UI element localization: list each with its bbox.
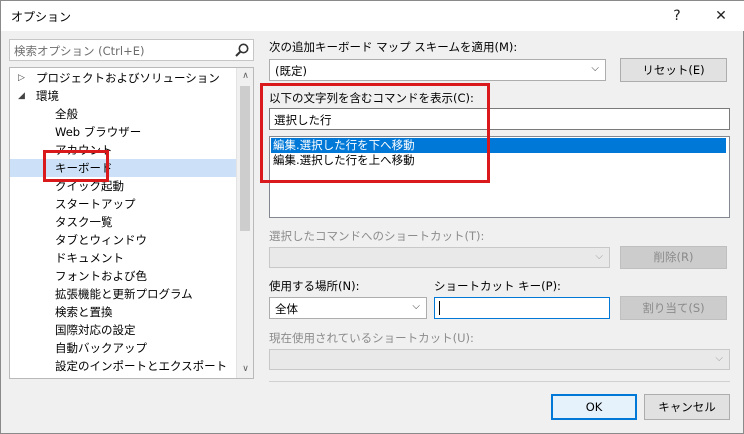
expand-icon[interactable]: ▷ bbox=[18, 69, 25, 87]
chevron-down-icon: ⌵ bbox=[715, 353, 723, 364]
tree-item-label: 国際対応の設定 bbox=[55, 323, 136, 337]
shortcut-key-input[interactable] bbox=[434, 297, 610, 319]
tree-item[interactable]: 自動バックアップ bbox=[10, 339, 236, 357]
use-in-label: 使用する場所(N): bbox=[269, 279, 360, 293]
tree-item-label: Web ブラウザー bbox=[55, 125, 142, 139]
options-dialog: オプション ? ✕ 検索オプション (Ctrl+E) ▷ プロジェクトおよびソリュ… bbox=[0, 0, 744, 434]
tree-item-label: フォントおよび色 bbox=[55, 269, 147, 283]
tree-item[interactable]: ドキュメント bbox=[10, 249, 236, 267]
tree-item-label: タスク一覧 bbox=[55, 215, 113, 229]
shortcut-key-label: ショートカット キー(P): bbox=[434, 279, 561, 293]
scheme-label: 次の追加キーボード マップ スキームを適用(M): bbox=[269, 40, 518, 54]
use-in-select[interactable]: 全体 ⌵ bbox=[269, 297, 427, 319]
tree-item-label: 全般 bbox=[55, 107, 78, 121]
chevron-down-icon: ⌵ bbox=[595, 251, 603, 262]
tree-item[interactable]: 通知 bbox=[10, 375, 236, 378]
scroll-down-icon[interactable]: ∨ bbox=[237, 361, 253, 378]
scroll-up-icon[interactable]: ∧ bbox=[237, 68, 253, 85]
tree-item-label: ドキュメント bbox=[55, 251, 124, 265]
ok-button[interactable]: OK bbox=[551, 394, 637, 420]
assign-button[interactable]: 割り当て(S) bbox=[620, 296, 727, 320]
footer-separator bbox=[269, 381, 730, 382]
chevron-down-icon: ⌵ bbox=[412, 301, 420, 312]
tree-item[interactable]: 全般 bbox=[10, 105, 236, 123]
scroll-thumb[interactable] bbox=[240, 86, 250, 231]
tree-item[interactable]: 検索と置換 bbox=[10, 303, 236, 321]
collapse-icon[interactable]: ◢ bbox=[18, 87, 25, 105]
tree-item-label: 検索と置換 bbox=[55, 305, 113, 319]
tree-item-label: 自動バックアップ bbox=[55, 341, 147, 355]
tree-item[interactable]: 拡張機能と更新プログラム bbox=[10, 285, 236, 303]
tree-item-label: 環境 bbox=[36, 89, 59, 103]
text-caret bbox=[439, 301, 440, 315]
tree-item-label: 設定のインポートとエクスポート bbox=[55, 359, 228, 373]
use-in-value: 全体 bbox=[275, 302, 298, 316]
options-search[interactable]: 検索オプション (Ctrl+E) bbox=[9, 39, 254, 61]
remove-button[interactable]: 削除(R) bbox=[620, 246, 727, 269]
title-bar: オプション ? ✕ bbox=[1, 1, 744, 31]
scheme-value: (既定) bbox=[275, 64, 307, 78]
tree-item[interactable]: タブとウィンドウ bbox=[10, 231, 236, 249]
close-button[interactable]: ✕ bbox=[701, 1, 741, 31]
tree-item-label: スタートアップ bbox=[55, 197, 136, 211]
options-tree: ▷ プロジェクトおよびソリューション ◢ 環境 全般 Web ブラウザー アカウント キーボー… bbox=[9, 67, 254, 379]
tree-item[interactable]: ◢ 環境 bbox=[10, 87, 236, 105]
tree-scrollbar[interactable]: ∧ ∨ bbox=[236, 68, 253, 378]
tree-item[interactable]: ▷ プロジェクトおよびソリューション bbox=[10, 69, 236, 87]
shortcuts-for-command-select[interactable]: ⌵ bbox=[269, 247, 610, 268]
currently-used-select[interactable]: ⌵ bbox=[269, 349, 730, 370]
tree-item[interactable]: フォントおよび色 bbox=[10, 267, 236, 285]
help-button[interactable]: ? bbox=[657, 1, 697, 31]
tree-item[interactable]: スタートアップ bbox=[10, 195, 236, 213]
tree-item-label: タブとウィンドウ bbox=[55, 233, 147, 247]
search-icon[interactable] bbox=[234, 42, 250, 58]
tree-item-label: 拡張機能と更新プログラム bbox=[55, 287, 193, 301]
highlight-commands-area bbox=[260, 83, 490, 183]
tree-item-label: プロジェクトおよびソリューション bbox=[36, 71, 220, 85]
search-input-placeholder[interactable]: 検索オプション (Ctrl+E) bbox=[14, 43, 145, 59]
currently-used-label: 現在使用されているショートカット(U): bbox=[269, 331, 474, 345]
tree-item[interactable]: タスク一覧 bbox=[10, 213, 236, 231]
scheme-select[interactable]: (既定) ⌵ bbox=[269, 59, 606, 81]
cancel-button[interactable]: キャンセル bbox=[644, 394, 730, 420]
chevron-down-icon: ⌵ bbox=[591, 63, 599, 74]
tree-item[interactable]: 国際対応の設定 bbox=[10, 321, 236, 339]
shortcuts-for-command-label: 選択したコマンドへのショートカット(T): bbox=[269, 229, 485, 243]
tree-item[interactable]: 設定のインポートとエクスポート bbox=[10, 357, 236, 375]
tree-item[interactable]: Web ブラウザー bbox=[10, 123, 236, 141]
highlight-keyboard-item bbox=[43, 150, 109, 182]
reset-button[interactable]: リセット(E) bbox=[620, 58, 727, 82]
tree-item-label: 通知 bbox=[55, 375, 78, 378]
window-title: オプション bbox=[11, 10, 72, 24]
